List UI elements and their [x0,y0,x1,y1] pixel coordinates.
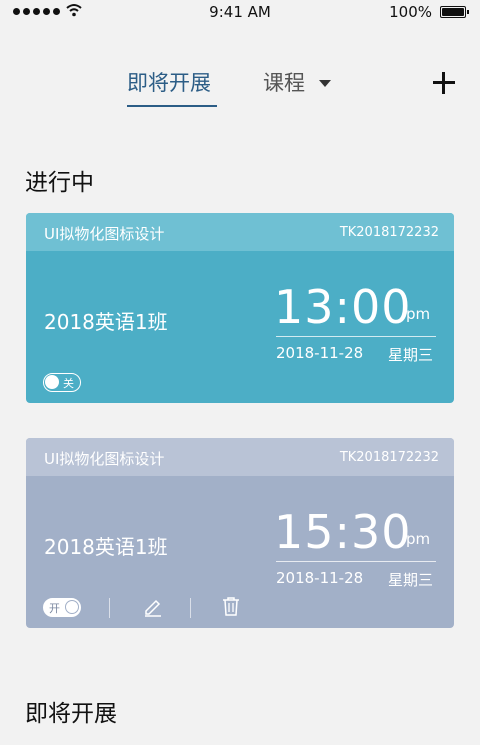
card-divider [276,561,436,562]
card-course-code: TK2018172232 [339,225,439,240]
battery-icon [440,6,469,18]
action-divider [109,598,110,618]
active-tab-underline [127,105,217,107]
card-course-code: TK2018172232 [339,450,439,465]
toggle-knob [65,600,79,614]
section-title-upcoming: 即将开展 [25,701,117,727]
toggle-label: 关 [63,377,74,390]
card-class-name: 2018英语1班 [44,535,168,559]
status-bar: 9:41 AM 100% [0,0,480,24]
toggle-knob [45,375,59,389]
tab-upcoming[interactable]: 即将开展 [127,67,211,97]
toggle-label: 开 [49,602,60,615]
app-screen: 9:41 AM 100% 即将开展 课程 进行中 UI拟物化图标设计 TK201… [0,0,480,745]
add-button[interactable] [433,72,455,94]
reminder-toggle[interactable]: 开 [43,598,81,617]
card-divider [276,336,436,337]
card-class-name: 2018英语1班 [44,310,168,334]
card-date: 2018-11-28 [276,569,364,587]
card-time: 13:00 [274,280,412,334]
top-navigation: 即将开展 课程 [0,60,480,110]
chevron-down-icon[interactable] [319,80,331,87]
battery-percentage: 100% [389,3,432,21]
bottom-tab-bar [0,738,480,745]
card-header: UI拟物化图标设计 TK2018172232 [26,438,454,476]
edit-icon[interactable] [142,595,164,617]
card-ampm: pm [406,530,431,548]
reminder-toggle[interactable]: 关 [43,373,81,392]
class-card[interactable]: UI拟物化图标设计 TK2018172232 2018英语1班 15:30 pm… [26,438,454,628]
tab-course[interactable]: 课程 [263,67,305,97]
section-title-in-progress: 进行中 [25,170,94,196]
card-weekday: 星期三 [388,571,434,589]
action-divider [190,598,191,618]
card-course-name: UI拟物化图标设计 [44,225,165,243]
card-header: UI拟物化图标设计 TK2018172232 [26,213,454,251]
card-ampm: pm [406,305,431,323]
card-course-name: UI拟物化图标设计 [44,450,165,468]
card-time: 15:30 [274,505,412,559]
class-card[interactable]: UI拟物化图标设计 TK2018172232 2018英语1班 13:00 pm… [26,213,454,403]
card-weekday: 星期三 [388,346,434,364]
trash-icon[interactable] [220,595,242,617]
card-date: 2018-11-28 [276,344,364,362]
